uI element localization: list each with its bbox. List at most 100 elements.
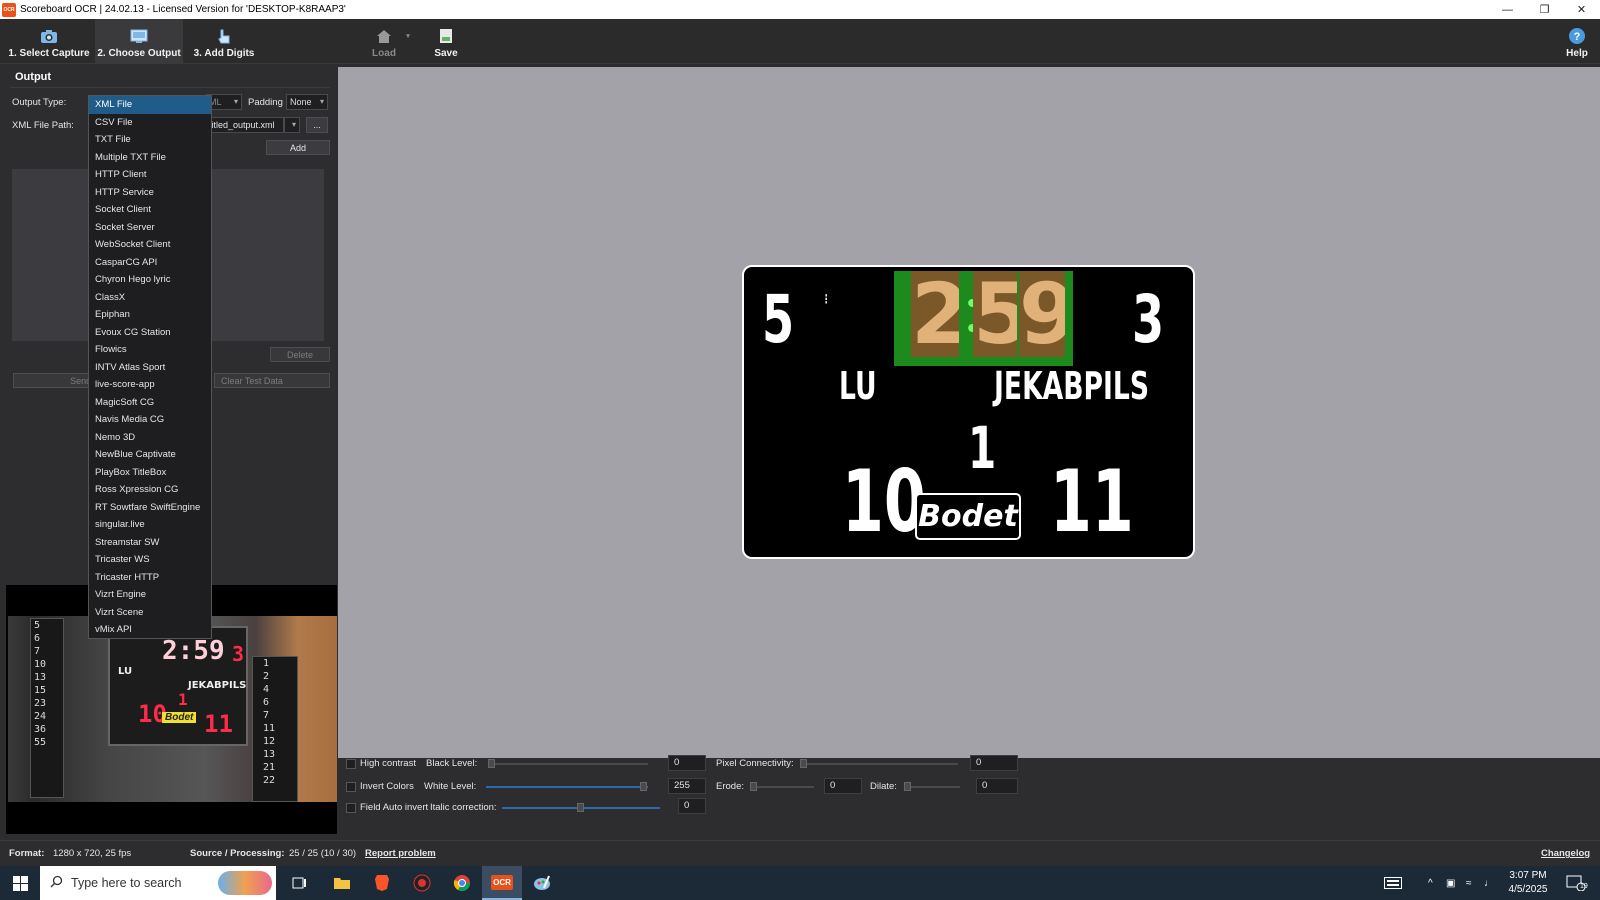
load-dropdown-chevron-icon[interactable]: ▾ [404, 19, 412, 45]
pixel-connectivity-slider[interactable] [800, 759, 958, 768]
delete-output-button[interactable]: Delete [270, 347, 330, 362]
status-bar: Format: 1280 x 720, 25 fps Source / Proc… [0, 840, 1600, 866]
output-type-label: Output Type: [12, 97, 67, 108]
dropdown-option[interactable]: live-score-app [89, 376, 211, 394]
white-level-input[interactable]: 255 [668, 778, 706, 794]
dropdown-option[interactable]: NewBlue Captivate [89, 446, 211, 464]
file-path-dropdown[interactable]: ▾ [284, 117, 300, 133]
dropdown-option[interactable]: Evoux CG Station [89, 324, 211, 342]
scoreboard-ocr-taskbar-icon[interactable]: OCR [482, 866, 522, 900]
add-digits-button[interactable]: 3. Add Digits [185, 19, 263, 64]
volume-icon[interactable]: ♩ [1484, 866, 1494, 900]
screen-recorder-icon[interactable] [402, 866, 442, 900]
white-level-thumb[interactable] [640, 782, 647, 791]
dilate-thumb[interactable] [904, 782, 911, 791]
dilate-label: Dilate: [870, 781, 897, 792]
dropdown-option[interactable]: TXT File [89, 131, 211, 149]
dropdown-option[interactable]: Ross Xpression CG [89, 481, 211, 499]
dropdown-option[interactable]: HTTP Client [89, 166, 211, 184]
format-label: Format: [9, 848, 45, 859]
file-explorer-icon[interactable] [322, 866, 362, 900]
network-icon[interactable]: ≈ [1466, 866, 1472, 900]
output-type-dropdown-list[interactable]: XML File CSV File TXT File Multiple TXT Fil… [88, 95, 212, 639]
dropdown-option[interactable]: ClassX [89, 289, 211, 307]
white-level-slider[interactable] [486, 782, 648, 791]
file-path-input[interactable]: titled_output.xml [206, 117, 284, 133]
report-problem-link[interactable]: Report problem [365, 848, 436, 859]
dropdown-option[interactable]: Navis Media CG [89, 411, 211, 429]
keyboard-layout-icon[interactable] [1384, 866, 1402, 900]
capture-canvas[interactable]: 5 ⋮ 2 •• 5 9 3 LU JEKABPILS 1 10 Bodet 1… [338, 67, 1600, 758]
preview-right-number: 7 [263, 710, 270, 721]
italic-correction-slider[interactable] [502, 803, 660, 812]
dropdown-option[interactable]: HTTP Service [89, 184, 211, 202]
add-output-button[interactable]: Add [266, 140, 330, 155]
clock-colon: •• [967, 289, 978, 344]
pixel-connectivity-thumb[interactable] [800, 759, 807, 768]
dropdown-option[interactable]: Multiple TXT File [89, 149, 211, 167]
pixel-connectivity-input[interactable]: 0 [970, 755, 1018, 771]
notification-center-icon[interactable]: 19 [1566, 866, 1588, 900]
select-capture-button[interactable]: 1. Select Capture [5, 19, 93, 64]
choose-output-button[interactable]: 2. Choose Output [95, 19, 183, 64]
load-button[interactable]: Load [368, 19, 400, 64]
dropdown-option[interactable]: singular.live [89, 516, 211, 534]
dropdown-option[interactable]: INTV Atlas Sport [89, 359, 211, 377]
dropdown-option[interactable]: Tricaster HTTP [89, 569, 211, 587]
dropdown-option[interactable]: Nemo 3D [89, 429, 211, 447]
taskbar-search-box[interactable]: Type here to search [40, 866, 276, 900]
monitor-icon [130, 28, 148, 44]
italic-correction-input[interactable]: 0 [678, 798, 706, 814]
dropdown-option[interactable]: Epiphan [89, 306, 211, 324]
dropdown-option[interactable]: Streamstar SW [89, 534, 211, 552]
save-button[interactable]: Save [430, 19, 462, 64]
close-icon[interactable]: ✕ [1563, 0, 1600, 19]
clear-test-data-button[interactable]: Clear Test Data [214, 373, 330, 388]
dropdown-option[interactable]: Socket Server [89, 219, 211, 237]
black-level-thumb[interactable] [488, 759, 495, 768]
field-auto-invert-checkbox[interactable] [346, 803, 356, 813]
dropdown-option[interactable]: Socket Client [89, 201, 211, 219]
preview-left-number: 15 [34, 685, 47, 696]
high-contrast-checkbox[interactable] [346, 759, 356, 769]
dropdown-option[interactable]: vMix API [89, 621, 211, 639]
black-level-slider[interactable] [488, 759, 648, 768]
erode-input[interactable]: 0 [824, 778, 862, 794]
black-level-input[interactable]: 0 [668, 755, 706, 771]
preview-main-board: 2:59 3 LU JEKABPILS 1 10 Bodet 11 [108, 626, 248, 746]
dropdown-option[interactable]: Chyron Hego lyric [89, 271, 211, 289]
task-view-icon[interactable] [280, 866, 320, 900]
dropdown-option[interactable]: WebSocket Client [89, 236, 211, 254]
dropdown-option[interactable]: Tricaster WS [89, 551, 211, 569]
invert-colors-checkbox[interactable] [346, 782, 356, 792]
dropdown-option[interactable]: XML File [89, 96, 211, 114]
erode-thumb[interactable] [750, 782, 757, 791]
dropdown-option[interactable]: RT Sowtfare SwiftEngine [89, 499, 211, 517]
browse-button[interactable]: ... [306, 117, 328, 133]
dropdown-option[interactable]: Vizrt Scene [89, 604, 211, 622]
dilate-input[interactable]: 0 [976, 778, 1018, 794]
padding-select[interactable]: None ▾ [286, 94, 328, 110]
help-button[interactable]: ? Help [1560, 19, 1594, 64]
chrome-browser-icon[interactable] [442, 866, 482, 900]
notification-count: 19 [1580, 883, 1588, 890]
minimize-icon[interactable]: — [1489, 0, 1526, 19]
windows-start-icon[interactable] [0, 866, 40, 900]
dilate-slider[interactable] [904, 782, 960, 791]
dropdown-option[interactable]: MagicSoft CG [89, 394, 211, 412]
chevron-up-icon[interactable]: ^ [1428, 866, 1433, 900]
meet-now-icon[interactable]: ▣ [1446, 866, 1455, 900]
dropdown-option[interactable]: Vizrt Engine [89, 586, 211, 604]
taskbar-clock[interactable]: 3:07 PM 4/5/2025 [1502, 866, 1554, 900]
dropdown-option[interactable]: CSV File [89, 114, 211, 132]
chevron-down-icon: ▾ [291, 120, 296, 129]
dropdown-option[interactable]: CasparCG API [89, 254, 211, 272]
brave-browser-icon[interactable] [362, 866, 402, 900]
italic-correction-thumb[interactable] [577, 803, 584, 812]
erode-slider[interactable] [750, 782, 814, 791]
dropdown-option[interactable]: Flowics [89, 341, 211, 359]
dropdown-option[interactable]: PlayBox TitleBox [89, 464, 211, 482]
restore-icon[interactable]: ❐ [1526, 0, 1563, 19]
changelog-link[interactable]: Changelog [1541, 848, 1590, 859]
paint-app-icon[interactable] [522, 866, 562, 900]
